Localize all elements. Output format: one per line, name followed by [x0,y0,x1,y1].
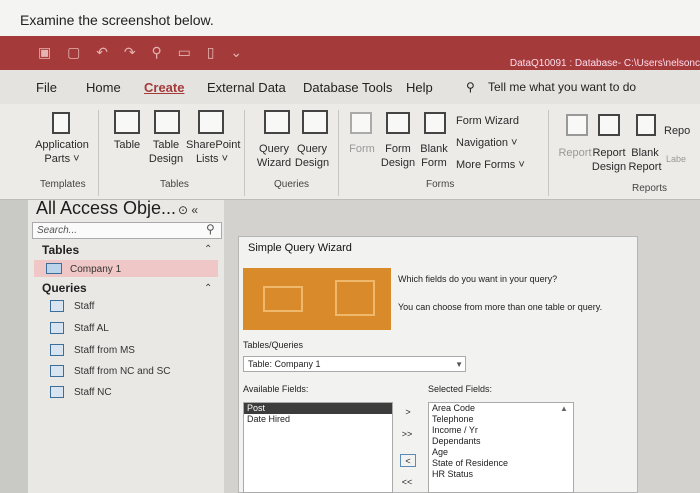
queries-section-header[interactable]: Queries [42,281,87,295]
wizard-title: Simple Query Wizard [248,242,352,254]
list-item[interactable]: Telephone [429,414,573,425]
list-item[interactable]: Area Code [429,403,573,414]
report-button[interactable]: Report [556,146,594,160]
table-design-icon [154,110,180,134]
collapse-icon[interactable]: ⌃ [204,283,212,294]
prompt-text: Examine the screenshot below. [20,12,214,28]
tab-home[interactable]: Home [86,80,121,95]
group-forms: Forms [426,179,455,190]
collapse-icon[interactable]: ⌃ [204,244,212,255]
tab-database-tools[interactable]: Database Tools [303,80,392,95]
tab-file[interactable]: File [36,80,57,95]
group-divider [548,110,549,196]
list-item[interactable]: Date Hired [244,414,392,425]
list-item[interactable]: Post [244,403,392,414]
query-icon [50,365,64,377]
group-tables: Tables [160,179,189,190]
tables-queries-value: Table: Company 1 [248,359,321,369]
list-item[interactable]: Staff AL [74,323,109,334]
add-field-button[interactable]: > [400,406,416,419]
available-fields-list[interactable]: Post Date Hired [243,402,393,493]
group-queries: Queries [274,179,310,190]
available-fields-label: Available Fields: [243,384,309,394]
report-design-button[interactable]: Report Design [590,146,628,174]
query-icon [50,344,64,356]
selected-fields-label: Selected Fields: [428,384,493,394]
blank-report-button[interactable]: Blank Report [628,146,662,174]
tables-queries-label: Tables/Queries [243,340,304,350]
list-item[interactable]: Staff from MS [74,345,135,356]
list-item[interactable]: Income / Yr [429,425,573,436]
nav-item-label: Company 1 [70,264,122,275]
list-item[interactable]: Age [429,447,573,458]
list-item[interactable]: Dependants [429,436,573,447]
add-all-fields-button[interactable]: >> [398,428,416,441]
remove-all-fields-button[interactable]: << [398,476,416,489]
application-parts-icon [52,112,70,134]
blank-report-icon [636,114,656,136]
group-templates: Templates [40,179,86,190]
list-item[interactable]: Staff NC [74,387,112,398]
report-icon [566,114,588,136]
wizard-hint: You can choose from more than one table … [398,302,603,312]
navigation-button[interactable]: Navigation ˅ [456,136,546,150]
tables-section-header[interactable]: Tables [42,243,79,257]
application-parts-button[interactable]: Application Parts ˅ [30,138,94,166]
sharepoint-lists-button[interactable]: SharePoint Lists ˅ [186,138,240,166]
blank-form-icon [424,112,446,134]
nav-pane-title[interactable]: All Access Obje... [36,198,176,219]
form-wizard-button[interactable]: Form Wizard [456,114,546,128]
list-item[interactable]: HR Status [429,469,573,480]
group-divider [244,110,245,196]
query-wizard-button[interactable]: Query Wizard [254,142,294,170]
wizard-question: Which fields do you want in your query? [398,274,558,284]
form-design-button[interactable]: Form Design [380,142,416,170]
blank-form-button[interactable]: Blank Form [416,142,452,170]
tell-me-box[interactable]: Tell me what you want to do [488,80,636,94]
report-wizard-button[interactable]: Repo [664,124,700,138]
group-divider [98,110,99,196]
chevron-down-icon[interactable]: ▼ [455,358,463,372]
query-design-button[interactable]: Query Design [292,142,332,170]
scroll-up-icon[interactable]: ▲ [560,404,568,413]
form-button[interactable]: Form [344,142,380,156]
query-design-icon [302,110,328,134]
prompt-bar: Examine the screenshot below. [0,0,700,36]
query-icon [50,300,64,312]
list-item[interactable]: Staff from NC and SC [74,366,171,377]
search-input[interactable]: Search... [32,222,222,239]
list-item[interactable]: Staff [74,301,94,312]
search-icon[interactable]: ⚲ [206,222,215,236]
more-forms-button[interactable]: More Forms ˅ [456,158,546,172]
tab-external-data[interactable]: External Data [207,80,286,95]
table-button[interactable]: Table [110,138,144,152]
form-design-icon [386,112,410,134]
tab-help[interactable]: Help [406,80,433,95]
list-item[interactable]: State of Residence [429,458,573,469]
wizard-illustration [243,268,391,330]
query-icon [50,386,64,398]
tab-create[interactable]: Create [144,80,184,95]
group-reports: Reports [632,183,668,194]
sharepoint-lists-icon [198,110,224,134]
table-icon [46,263,62,274]
labels-button[interactable]: Labe [666,152,700,166]
quick-access-toolbar[interactable]: ▣ ▢ ↶ ↷ ⚲ ▭ ▯ ⌄ [38,44,248,61]
window-title: DataQ10091 : Database- C:\Users\nelsonc [509,58,700,69]
query-icon [50,322,64,334]
nav-options-icon[interactable]: ⊙ « [178,203,198,217]
report-design-icon [598,114,620,136]
form-icon [350,112,372,134]
table-design-button[interactable]: Table Design [148,138,184,166]
tables-queries-select[interactable]: Table: Company 1 ▼ [243,356,466,372]
group-divider [338,110,339,196]
table-icon [114,110,140,134]
query-wizard-icon [264,110,290,134]
selected-fields-list[interactable]: Area Code Telephone Income / Yr Dependan… [428,402,574,493]
lightbulb-icon: ⚲ [466,80,475,94]
remove-field-button[interactable]: < [400,454,416,467]
